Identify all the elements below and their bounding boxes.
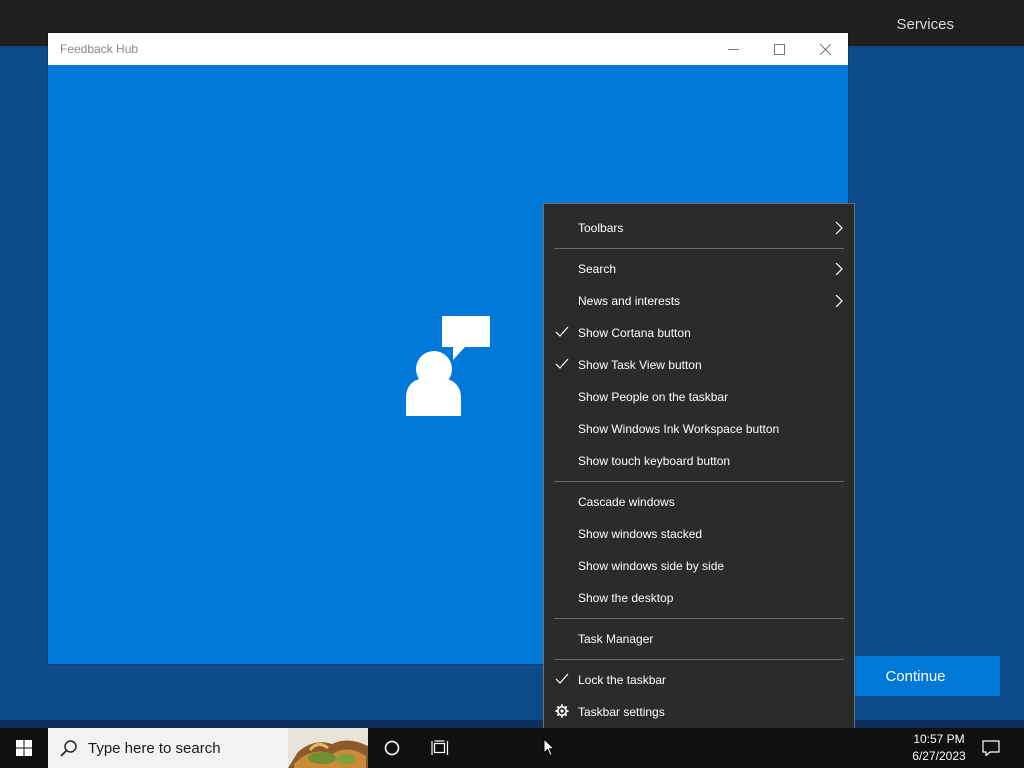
menu-item-label: Cascade windows: [578, 495, 675, 509]
menu-item-label: Show Task View button: [578, 358, 702, 372]
menu-item-show-touch-keyboard[interactable]: Show touch keyboard button: [544, 445, 854, 477]
menu-item-show-cortana-button[interactable]: Show Cortana button: [544, 317, 854, 349]
menu-item-label: Toolbars: [578, 221, 624, 235]
menu-item-task-manager[interactable]: Task Manager: [544, 623, 854, 655]
menu-item-label: Lock the taskbar: [578, 673, 667, 687]
close-icon: [819, 43, 831, 55]
action-center-button[interactable]: [968, 728, 1014, 768]
windows-start-icon: [16, 740, 32, 756]
taskbar-search-box[interactable]: Type here to search: [48, 728, 368, 768]
menu-item-label: Show Windows Ink Workspace button: [578, 422, 780, 436]
chevron-right-icon: [835, 222, 843, 234]
menu-item-label: Show touch keyboard button: [578, 454, 731, 468]
menu-item-label: Task Manager: [578, 632, 654, 646]
menu-separator: [554, 248, 844, 249]
menu-item-cascade-windows[interactable]: Cascade windows: [544, 486, 854, 518]
clock-time: 10:57 PM: [913, 732, 965, 746]
maximize-button[interactable]: [756, 33, 802, 65]
menu-item-show-windows-stacked[interactable]: Show windows stacked: [544, 518, 854, 550]
menu-item-taskbar-settings[interactable]: Taskbar settings: [544, 696, 854, 728]
continue-button[interactable]: Continue: [831, 656, 1000, 696]
menu-separator: [554, 618, 844, 619]
task-view-icon: [431, 740, 449, 755]
menu-item-show-people[interactable]: Show People on the taskbar: [544, 381, 854, 413]
close-button[interactable]: [802, 33, 848, 65]
checkmark-icon: [555, 673, 569, 684]
gear-icon: [555, 704, 569, 718]
mouse-cursor-icon: [543, 738, 555, 757]
taskbar-clock[interactable]: 10:57 PM 6/27/2023: [904, 731, 974, 765]
menu-item-label: Show the desktop: [578, 591, 674, 605]
menu-item-search[interactable]: Search: [544, 253, 854, 285]
minimize-button[interactable]: [710, 33, 756, 65]
chevron-right-icon: [835, 295, 843, 307]
cortana-icon: [384, 740, 400, 756]
window-title: Feedback Hub: [60, 42, 139, 56]
menu-item-label: Show People on the taskbar: [578, 390, 729, 404]
checkmark-icon: [555, 358, 569, 369]
start-button[interactable]: [0, 728, 48, 768]
menu-item-label: Show windows side by side: [578, 559, 725, 573]
clock-date: 6/27/2023: [912, 749, 966, 763]
menu-item-label: Show windows stacked: [578, 527, 703, 541]
taskbar-context-menu: Toolbars Search News and interests Show …: [543, 203, 855, 736]
menu-item-lock-the-taskbar[interactable]: Lock the taskbar: [544, 664, 854, 696]
menu-item-label: News and interests: [578, 294, 681, 308]
menu-item-toolbars[interactable]: Toolbars: [544, 212, 854, 244]
checkmark-icon: [555, 326, 569, 337]
notification-icon: [982, 740, 1000, 756]
feedback-person-icon: [406, 316, 490, 416]
menu-item-show-windows-side-by-side[interactable]: Show windows side by side: [544, 550, 854, 582]
menu-item-news-and-interests[interactable]: News and interests: [544, 285, 854, 317]
search-icon: [60, 740, 77, 757]
chevron-right-icon: [835, 263, 843, 275]
search-placeholder: Type here to search: [88, 740, 221, 757]
background-services-title: Services: [896, 16, 954, 33]
minimize-icon: [727, 48, 739, 50]
menu-item-show-task-view-button[interactable]: Show Task View button: [544, 349, 854, 381]
menu-item-show-the-desktop[interactable]: Show the desktop: [544, 582, 854, 614]
menu-item-label: Taskbar settings: [578, 705, 665, 719]
window-titlebar[interactable]: Feedback Hub: [48, 33, 848, 65]
background-bottom-strip: [0, 720, 1024, 728]
task-view-button[interactable]: [416, 728, 464, 768]
taskbar: Type here to search 10:57 PM 6/27/2023: [0, 728, 1024, 768]
menu-item-label: Search: [578, 262, 617, 276]
search-highlight-illustration: [288, 728, 368, 768]
maximize-icon: [773, 43, 785, 55]
cortana-button[interactable]: [368, 728, 416, 768]
menu-separator: [554, 659, 844, 660]
menu-item-show-windows-ink[interactable]: Show Windows Ink Workspace button: [544, 413, 854, 445]
menu-item-label: Show Cortana button: [578, 326, 691, 340]
menu-separator: [554, 481, 844, 482]
